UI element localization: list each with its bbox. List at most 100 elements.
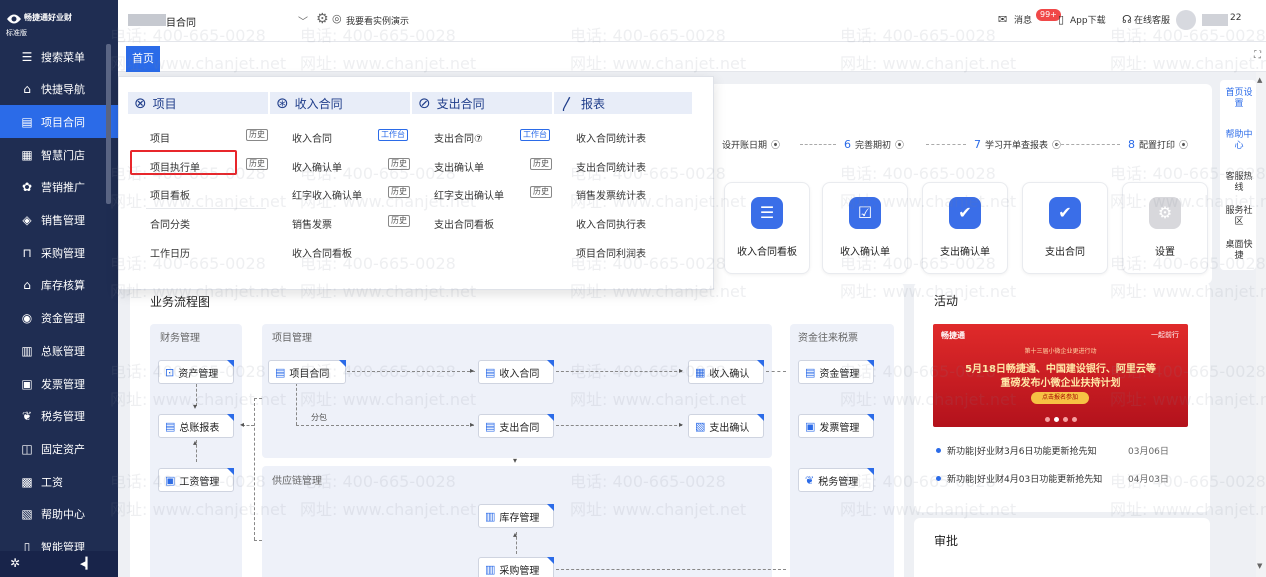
menu-item-tag[interactable]: 工作台	[378, 129, 408, 141]
tab-home[interactable]: 首页	[126, 46, 160, 72]
menu-item-tag[interactable]: 历史	[246, 129, 268, 141]
news-item[interactable]: 新功能|好业财3月6日功能更新抢先知	[936, 444, 1097, 457]
menu-item[interactable]: 工作日历	[150, 245, 190, 260]
quick-card[interactable]: ✔ 支出合同	[1022, 182, 1108, 274]
sidebar-item[interactable]: ⌂ 库存核算	[0, 269, 118, 302]
chevron-down-icon[interactable]: ﹀	[298, 13, 308, 28]
node-asset[interactable]: ⊡ 资产管理	[158, 360, 234, 384]
menu-item-tag[interactable]: 历史	[530, 158, 552, 170]
rail-item[interactable]: 帮助中心	[1222, 130, 1256, 152]
node-ledger[interactable]: ▤ 总账报表	[158, 414, 234, 438]
guide-step[interactable]: 7 学习开单查报表 ⦿	[974, 138, 1061, 151]
menu-item[interactable]: 收入合同统计表	[576, 130, 646, 145]
sidebar-item[interactable]: ❦ 税务管理	[0, 400, 118, 433]
node-project[interactable]: ▤ 项目合同	[268, 360, 346, 384]
menu-item[interactable]: 支出合同⑦	[434, 130, 483, 145]
menu-item-tag[interactable]: 历史	[388, 158, 410, 170]
quick-card[interactable]: ⚙ 设置	[1122, 182, 1208, 274]
sidebar-item[interactable]: ⌂ 快捷导航	[0, 73, 118, 106]
menu-item[interactable]: 红字支出确认单	[434, 187, 504, 202]
rail-item[interactable]: 首页设置	[1222, 88, 1256, 110]
sidebar-item[interactable]: ▩ 工资	[0, 465, 118, 498]
quick-card[interactable]: ✔ 支出确认单	[922, 182, 1008, 274]
sidebar-item[interactable]: ⊓ 采购管理	[0, 236, 118, 269]
menu-item[interactable]: 销售发票统计表	[576, 187, 646, 202]
menu-item[interactable]: 红字收入确认单	[292, 187, 362, 202]
menu-item[interactable]: 项目	[150, 130, 170, 145]
banner-dots[interactable]	[1045, 412, 1085, 422]
rail-item[interactable]: 服务社区	[1222, 206, 1256, 228]
menu-item[interactable]: 支出确认单	[434, 159, 484, 174]
sidebar-item[interactable]: ☰ 搜索菜单	[0, 40, 118, 73]
node-expense-contract[interactable]: ▤ 支出合同	[478, 414, 554, 438]
menu-item[interactable]: 收入确认单	[292, 159, 342, 174]
guide-step[interactable]: 8 配置打印 ⦿	[1128, 138, 1188, 151]
menu-item-tag[interactable]: 历史	[388, 215, 410, 227]
report-icon: 〳	[560, 94, 576, 113]
settings-icon: ⚙	[1149, 197, 1181, 229]
menu-item-tag[interactable]: 历史	[388, 186, 410, 198]
message-icon[interactable]: ✉	[998, 13, 1007, 26]
node-purchase[interactable]: ▥ 采购管理	[478, 557, 554, 577]
avatar[interactable]	[1176, 10, 1196, 30]
sidebar-item[interactable]: ▣ 发票管理	[0, 367, 118, 400]
banner-logo: 畅捷通	[941, 331, 965, 340]
node-inventory[interactable]: ▥ 库存管理	[478, 504, 554, 528]
menu-item-tag[interactable]: 历史	[530, 186, 552, 198]
money-icon: ◉	[21, 311, 33, 326]
banner-signup-button[interactable]: 点击报名参加	[1031, 392, 1089, 404]
sidebar-item[interactable]: ✿ 营销推广	[0, 171, 118, 204]
sidebar-item[interactable]: ▦ 智慧门店	[0, 138, 118, 171]
quick-card[interactable]: ☰ 收入合同看板	[724, 182, 810, 274]
sidebar-item[interactable]: ▧ 帮助中心	[0, 498, 118, 531]
app-download-link[interactable]: App下载	[1070, 13, 1106, 26]
quick-card[interactable]: ☑ 收入确认单	[822, 182, 908, 274]
activity-banner[interactable]: 畅捷通 一起前行 第十三届小微企业更进行动 5月18日畅捷通、中国建设银行、阿里…	[933, 324, 1188, 427]
menu-item-tag[interactable]: 工作台	[520, 129, 550, 141]
sidebar-item[interactable]: ▥ 总账管理	[0, 334, 118, 367]
scroll-down-icon[interactable]: ▼	[1257, 562, 1262, 570]
menu-item[interactable]: 支出合同看板	[434, 216, 494, 231]
user-suffix[interactable]: 22	[1230, 13, 1241, 23]
news-item[interactable]: 新功能|好业财4月03日功能更新抢先知	[936, 472, 1102, 485]
sidebar-item[interactable]: ◈ 销售管理	[0, 204, 118, 237]
menu-item[interactable]: 支出合同统计表	[576, 159, 646, 174]
gear-icon[interactable]: ⚙	[316, 11, 329, 27]
node-salary[interactable]: ▣ 工资管理	[158, 468, 234, 492]
sidebar-item[interactable]: ◉ 资金管理	[0, 302, 118, 335]
menu-item[interactable]: 收入合同看板	[292, 245, 352, 260]
node-expense-confirm[interactable]: ▧ 支出确认	[688, 414, 764, 438]
node-tax[interactable]: ❦ 税务管理	[798, 468, 874, 492]
expand-icon[interactable]: ⛶	[1254, 50, 1261, 61]
edition-label: 标准版	[6, 29, 27, 37]
guide-step[interactable]: 设开账日期 ⦿	[718, 138, 780, 151]
account-name[interactable]: 目合同	[166, 14, 196, 29]
node-income-contract[interactable]: ▤ 收入合同	[478, 360, 554, 384]
sidebar-item-label: 智慧门店	[41, 148, 85, 162]
node-income-confirm[interactable]: ▦ 收入确认	[688, 360, 764, 384]
menu-item-tag[interactable]: 历史	[246, 158, 268, 170]
rail-item[interactable]: 客服热线	[1222, 172, 1256, 194]
node-funds[interactable]: ▤ 资金管理	[798, 360, 874, 384]
tax-icon: ❦	[805, 473, 815, 487]
collapse-icon[interactable]: ◂▎	[80, 557, 94, 570]
menu-item[interactable]: 合同分类	[150, 216, 190, 231]
menu-item[interactable]: 项目合同利润表	[576, 245, 646, 260]
demo-link[interactable]: 我要看实例演示	[346, 14, 409, 27]
node-invoice[interactable]: ▣ 发票管理	[798, 414, 874, 438]
guide-step[interactable]: 6 完善期初 ⦿	[844, 138, 904, 151]
service-link[interactable]: 在线客服	[1134, 13, 1170, 26]
menu-item[interactable]: 销售发票	[292, 216, 332, 231]
sidebar-item[interactable]: ▤ 项目合同	[0, 105, 118, 139]
settings-icon[interactable]: ✲	[10, 556, 20, 570]
message-link[interactable]: 消息	[1014, 13, 1032, 26]
sidebar-scrollbar[interactable]	[106, 44, 111, 204]
scroll-up-icon[interactable]: ▲	[1257, 76, 1262, 84]
chevron-right-icon: ⦿	[1052, 141, 1062, 151]
menu-item[interactable]: 收入合同	[292, 130, 332, 145]
page-scrollbar[interactable]: ▲ ▼	[1256, 72, 1266, 577]
sidebar-item[interactable]: ◫ 固定资产	[0, 432, 118, 465]
menu-item[interactable]: 收入合同执行表	[576, 216, 646, 231]
rail-item[interactable]: 桌面快捷	[1222, 240, 1256, 262]
menu-item[interactable]: 项目看板	[150, 187, 190, 202]
